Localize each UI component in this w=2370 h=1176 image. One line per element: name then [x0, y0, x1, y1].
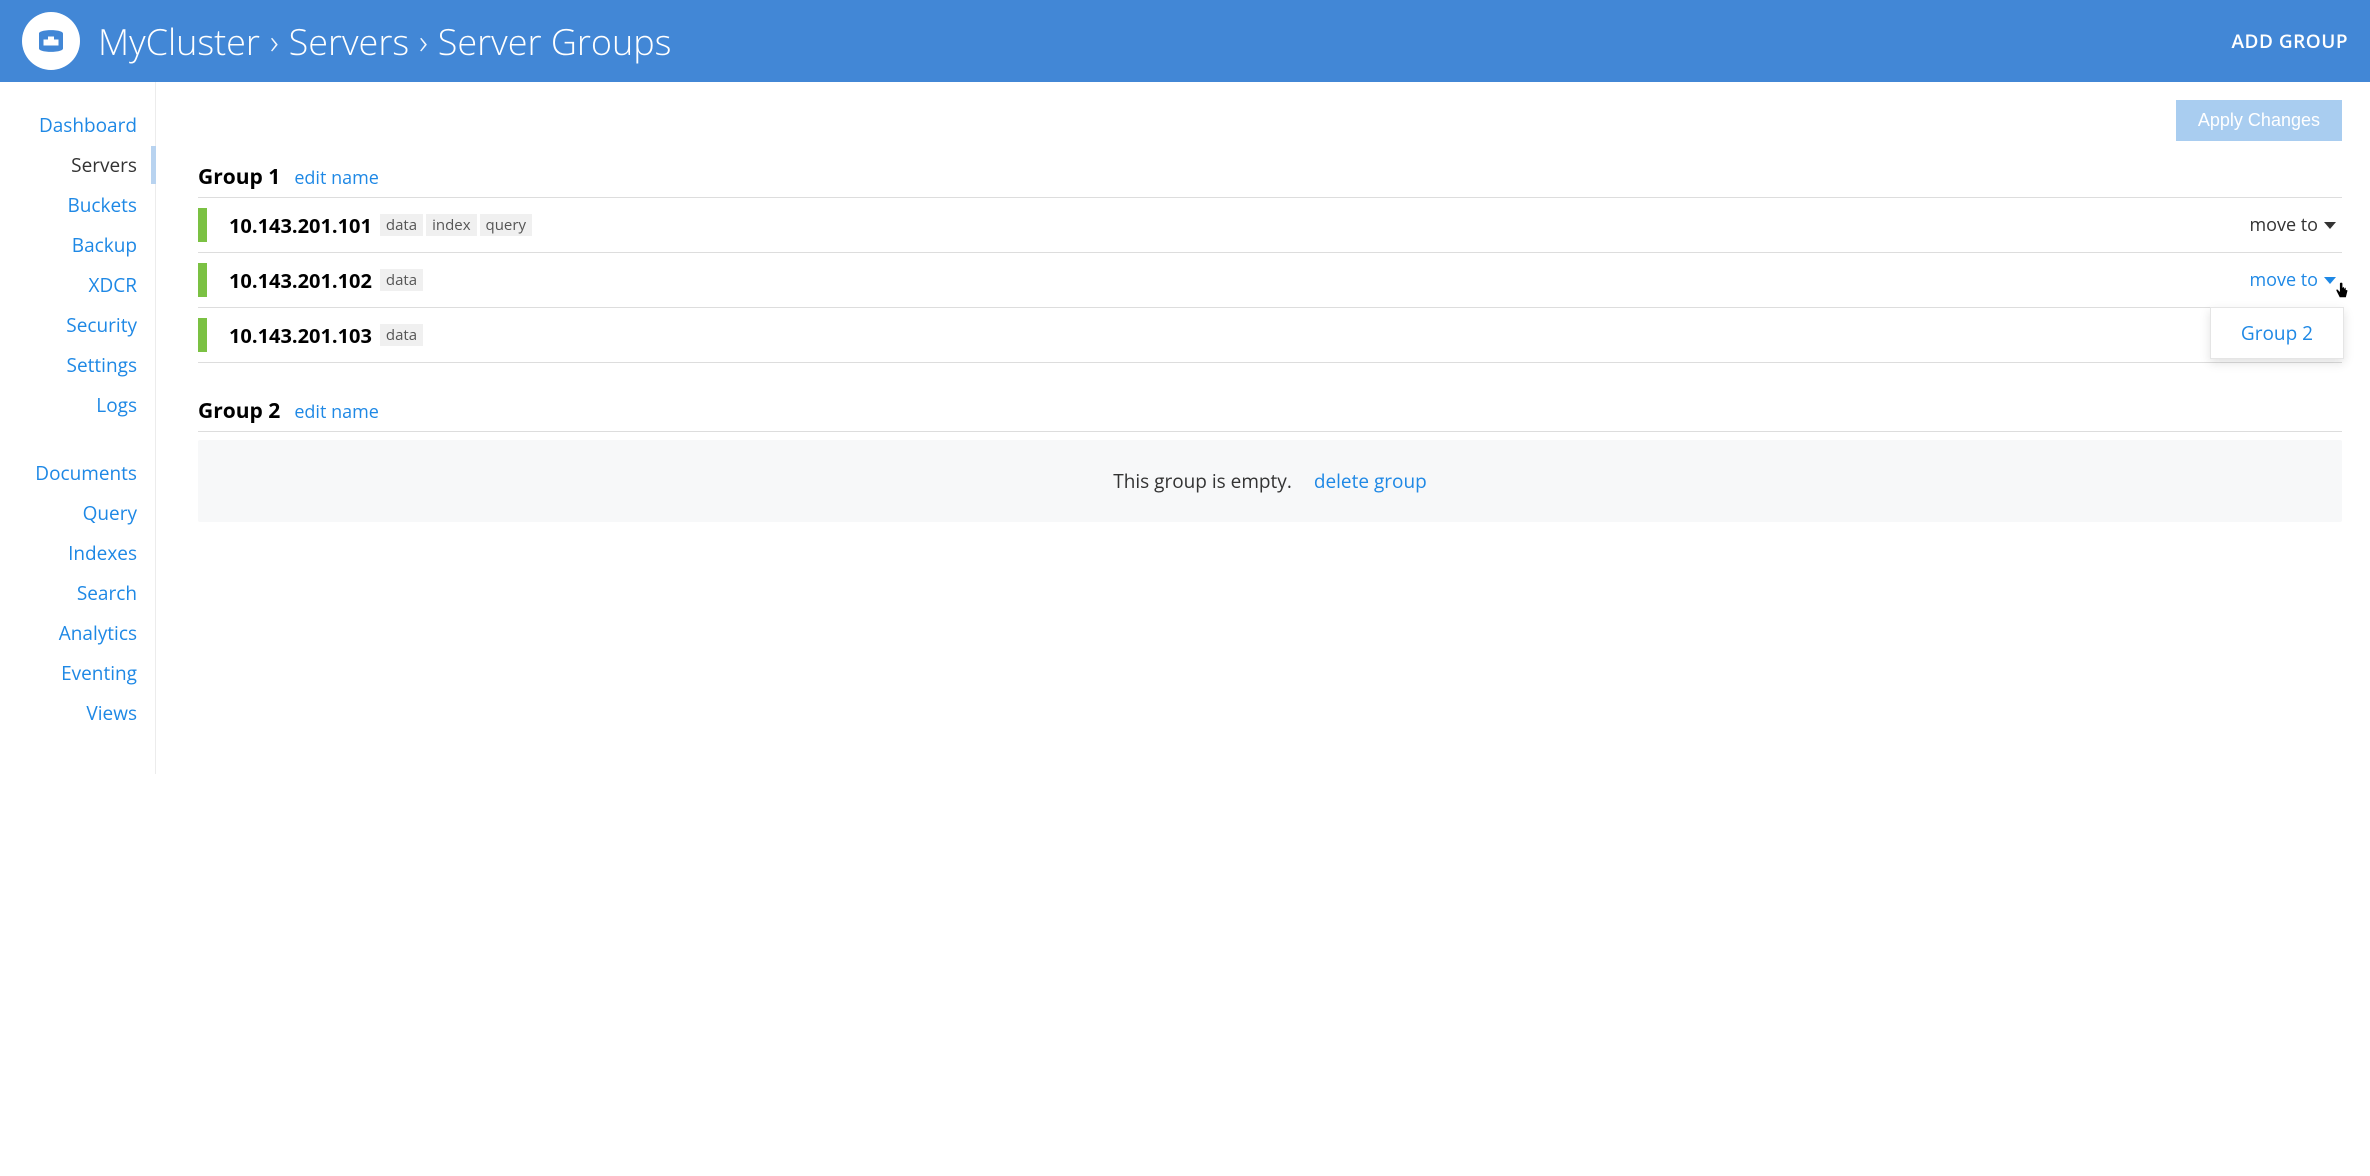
group-block: Group 2 edit name This group is empty. d… [198, 397, 2342, 522]
sidebar-item-buckets[interactable]: Buckets [0, 186, 155, 224]
breadcrumb-server-groups: Server Groups [438, 17, 672, 66]
group-block: Group 1 edit name 10.143.201.101 data in… [198, 163, 2342, 363]
sidebar-item-settings[interactable]: Settings [0, 346, 155, 384]
breadcrumb-cluster[interactable]: MyCluster [98, 17, 260, 66]
sidebar-item-backup[interactable]: Backup [0, 226, 155, 264]
group-header: Group 1 edit name [198, 163, 2342, 198]
breadcrumb: MyCluster › Servers › Server Groups [98, 17, 671, 66]
sidebar-item-analytics[interactable]: Analytics [0, 614, 155, 652]
breadcrumb-servers[interactable]: Servers [289, 17, 410, 66]
group-header: Group 2 edit name [198, 397, 2342, 432]
service-tag: index [426, 214, 476, 236]
server-row: 10.143.201.102 data move to Group 2 [198, 253, 2342, 308]
server-ip: 10.143.201.102 [229, 267, 372, 294]
service-tag: data [380, 269, 423, 291]
group-title: Group 2 [198, 397, 280, 425]
service-tag: query [480, 214, 532, 236]
status-indicator [198, 208, 207, 242]
caret-down-icon [2324, 277, 2336, 284]
server-ip: 10.143.201.101 [229, 212, 372, 239]
main-content: Apply Changes Group 1 edit name 10.143.2… [156, 82, 2370, 774]
service-tag: data [380, 324, 423, 346]
chevron-right-icon: › [419, 18, 428, 64]
couchbase-icon [33, 23, 69, 59]
sidebar: Dashboard Servers Buckets Backup XDCR Se… [0, 82, 156, 774]
server-row: 10.143.201.101 data index query move to [198, 198, 2342, 253]
move-to-label: move to [2249, 213, 2318, 237]
group-title: Group 1 [198, 163, 280, 191]
sidebar-item-indexes[interactable]: Indexes [0, 534, 155, 572]
edit-name-link[interactable]: edit name [294, 400, 379, 424]
status-indicator [198, 263, 207, 297]
couchbase-logo [22, 12, 80, 70]
chevron-right-icon: › [270, 18, 279, 64]
server-ip: 10.143.201.103 [229, 322, 372, 349]
status-indicator [198, 318, 207, 352]
sidebar-item-xdcr[interactable]: XDCR [0, 266, 155, 304]
empty-group-text: This group is empty. [1113, 468, 1292, 494]
move-to-menu: Group 2 [2210, 307, 2344, 359]
move-to-dropdown[interactable]: move to [2249, 213, 2336, 237]
sidebar-item-servers[interactable]: Servers [0, 146, 155, 184]
add-group-button[interactable]: ADD GROUP [2231, 28, 2348, 54]
sidebar-item-security[interactable]: Security [0, 306, 155, 344]
edit-name-link[interactable]: edit name [294, 166, 379, 190]
service-tag: data [380, 214, 423, 236]
caret-down-icon [2324, 222, 2336, 229]
toolbar: Apply Changes [198, 100, 2342, 141]
move-to-menu-item[interactable]: Group 2 [2241, 320, 2313, 346]
header-bar: MyCluster › Servers › Server Groups ADD … [0, 0, 2370, 82]
move-to-dropdown[interactable]: move to [2249, 268, 2336, 292]
delete-group-link[interactable]: delete group [1314, 468, 1427, 494]
sidebar-item-eventing[interactable]: Eventing [0, 654, 155, 692]
sidebar-item-search[interactable]: Search [0, 574, 155, 612]
sidebar-item-query[interactable]: Query [0, 494, 155, 532]
move-to-label: move to [2249, 268, 2318, 292]
sidebar-item-views[interactable]: Views [0, 694, 155, 732]
sidebar-item-logs[interactable]: Logs [0, 386, 155, 424]
sidebar-item-documents[interactable]: Documents [0, 454, 155, 492]
sidebar-item-dashboard[interactable]: Dashboard [0, 106, 155, 144]
apply-changes-button[interactable]: Apply Changes [2176, 100, 2342, 141]
empty-group-panel: This group is empty. delete group [198, 440, 2342, 522]
server-row: 10.143.201.103 data move to [198, 308, 2342, 363]
header-left: MyCluster › Servers › Server Groups [22, 12, 671, 70]
